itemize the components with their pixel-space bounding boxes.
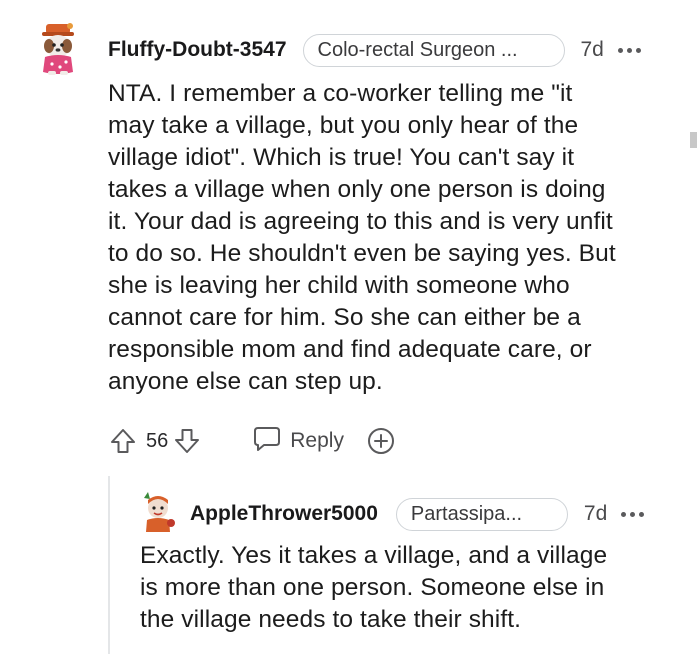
avatar-icon <box>144 492 175 532</box>
user-flair: Partassipa... <box>395 497 568 531</box>
timestamp[interactable]: 7d <box>584 502 607 526</box>
comment-line: village idiot". Which is true! You can't… <box>108 144 575 171</box>
scrollbar[interactable] <box>690 132 697 148</box>
comment-line: she is leaving her child with someone wh… <box>108 272 570 299</box>
user-avatar[interactable] <box>136 490 180 534</box>
comment-line: NTA. I remember a co-worker telling me "… <box>108 80 573 107</box>
comment-line: responsible mom and find adequate care, … <box>108 336 592 363</box>
comment-line: takes a village when only one person is … <box>108 176 606 203</box>
comment-header: Fluffy-Doubt-3547 Colo-rectal Surgeon ..… <box>108 33 641 67</box>
comment-actions: 56 Reply <box>108 424 396 458</box>
avatar-icon <box>42 23 74 75</box>
comment-line: cannot care for him. So she can either b… <box>108 304 581 331</box>
upvote-icon[interactable] <box>108 426 138 456</box>
user-avatar[interactable] <box>30 20 88 78</box>
comment-body: NTA. I remember a co-worker telling me "… <box>108 78 678 398</box>
username[interactable]: AppleThrower5000 <box>190 502 378 526</box>
reply-button[interactable]: Reply <box>252 425 344 458</box>
comment-line: the village needs to take their shift. <box>140 606 522 633</box>
comment-line: to do so. He shouldn't even be saying ye… <box>108 240 616 267</box>
vote-score: 56 <box>146 429 169 452</box>
thread-line[interactable] <box>108 476 110 654</box>
more-options-icon[interactable] <box>621 511 645 517</box>
comment-line: is more than one person. Someone else in <box>140 574 605 601</box>
comment-line: may take a village, but you only hear of… <box>108 112 579 139</box>
user-flair: Colo-rectal Surgeon ... <box>302 33 565 67</box>
comment-line: it. Your dad is agreeing to this and is … <box>108 208 613 235</box>
plus-circle-icon[interactable] <box>366 426 396 456</box>
downvote-icon[interactable] <box>172 426 202 456</box>
comment-bubble-icon <box>252 425 282 458</box>
comment-body: Exactly. Yes it takes a village, and a v… <box>140 540 680 636</box>
more-options-icon[interactable] <box>617 47 641 53</box>
username[interactable]: Fluffy-Doubt-3547 <box>108 38 287 62</box>
comment-line: anyone else can step up. <box>108 368 383 395</box>
comment-line: Exactly. Yes it takes a village, and a v… <box>140 542 608 569</box>
timestamp[interactable]: 7d <box>581 38 604 62</box>
comment-header: AppleThrower5000 Partassipa... 7d <box>190 497 645 531</box>
reply-label: Reply <box>290 429 344 452</box>
